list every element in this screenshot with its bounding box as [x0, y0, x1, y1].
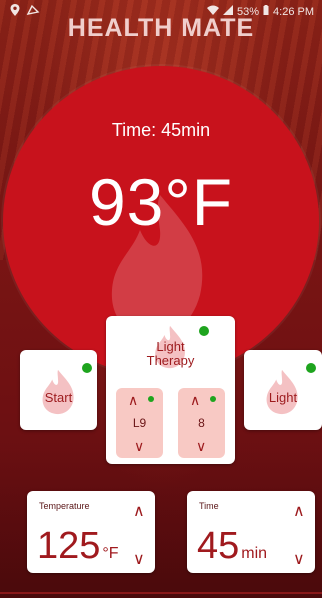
- start-button[interactable]: Start: [20, 350, 97, 430]
- time-setting-label: Time: [199, 501, 219, 511]
- chevron-down-icon[interactable]: ∨: [293, 549, 305, 569]
- chevron-up-icon[interactable]: ∧: [293, 501, 305, 521]
- chevron-down-icon[interactable]: ∨: [133, 549, 145, 569]
- chevron-up-icon[interactable]: ∧: [128, 392, 138, 409]
- right-level-value: 8: [198, 416, 205, 430]
- temperature-number: 125: [37, 525, 101, 567]
- light-therapy-panel: Light Therapy ∧ L9 ∨ ∧ 8 ∨: [106, 316, 235, 464]
- light-status-dot: [306, 363, 316, 373]
- right-level-dot: [210, 396, 216, 402]
- temperature-setting-label: Temperature: [39, 501, 90, 511]
- app-logo: HEALTH MATE: [67, 14, 255, 42]
- left-level-dot: [148, 396, 154, 402]
- time-setting-value: 45 min: [197, 525, 267, 568]
- light-therapy-toggle[interactable]: Light Therapy: [142, 340, 199, 368]
- light-therapy-status-dot: [199, 326, 209, 336]
- chevron-down-icon[interactable]: ∨: [196, 438, 206, 455]
- left-level-value: L9: [132, 416, 147, 430]
- temperature-setting: Temperature ∧ 125 °F ∨: [27, 491, 155, 573]
- time-unit: min: [241, 545, 268, 562]
- time-setting: Time ∧ 45 min ∨: [187, 491, 315, 573]
- remaining-time: Time: 45min: [111, 120, 211, 140]
- chevron-up-icon[interactable]: ∧: [133, 501, 145, 521]
- light-button[interactable]: Light: [244, 350, 322, 430]
- left-level-stepper: ∧ L9 ∨: [116, 388, 163, 458]
- chevron-down-icon[interactable]: ∨: [134, 438, 144, 455]
- light-label: Light: [268, 390, 298, 405]
- temperature-unit: °F: [102, 545, 119, 562]
- start-status-dot: [82, 363, 92, 373]
- time-number: 45: [197, 525, 240, 567]
- chevron-up-icon[interactable]: ∧: [190, 392, 200, 409]
- temperature-setting-value: 125 °F: [37, 525, 119, 568]
- current-temperature: 93°F: [88, 165, 234, 239]
- right-level-stepper: ∧ 8 ∨: [178, 388, 225, 458]
- divider: [0, 592, 322, 594]
- start-label: Start: [44, 390, 73, 405]
